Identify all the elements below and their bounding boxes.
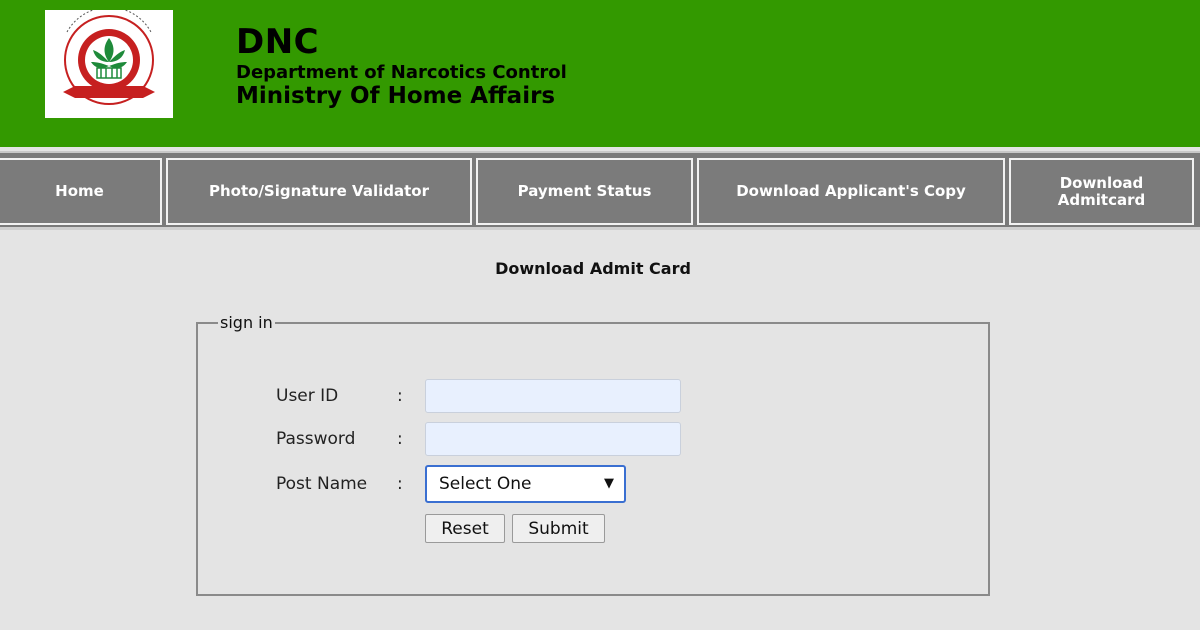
department-name: Department of Narcotics Control xyxy=(236,62,567,83)
sign-in-legend: sign in xyxy=(218,313,275,332)
reset-button[interactable]: Reset xyxy=(425,514,505,543)
password-input[interactable] xyxy=(425,422,681,456)
password-colon: : xyxy=(397,429,403,449)
triangle-down-icon: ▼ xyxy=(604,476,614,491)
site-header: DNC Department of Narcotics Control Mini… xyxy=(0,0,1200,147)
main-navbar: Home Photo/Signature Validator Payment S… xyxy=(0,151,1200,230)
user-id-colon: : xyxy=(397,386,403,406)
post-name-select[interactable]: Select One ▼ xyxy=(425,465,626,503)
post-name-colon: : xyxy=(397,474,403,494)
dnc-emblem-icon xyxy=(63,10,155,105)
nav-item-download-admitcard-label: Download Admitcard xyxy=(1057,173,1146,209)
nav-item-download-admitcard[interactable]: Download Admitcard xyxy=(1009,158,1194,225)
nav-item-home[interactable]: Home xyxy=(0,158,162,225)
sign-in-fieldset xyxy=(196,322,990,596)
nav-item-download-applicants-copy[interactable]: Download Applicant's Copy xyxy=(697,158,1005,225)
nav-item-payment-status[interactable]: Payment Status xyxy=(476,158,693,225)
brand-title: DNC xyxy=(236,22,320,62)
submit-button[interactable]: Submit xyxy=(512,514,605,543)
password-label: Password xyxy=(276,429,356,449)
user-id-input[interactable] xyxy=(425,379,681,413)
nav-item-photo-signature-validator[interactable]: Photo/Signature Validator xyxy=(166,158,472,225)
ministry-name: Ministry Of Home Affairs xyxy=(236,83,556,109)
page-title: Download Admit Card xyxy=(495,259,691,278)
user-id-label: User ID xyxy=(276,386,339,406)
post-name-label: Post Name xyxy=(276,474,368,494)
dnc-logo[interactable] xyxy=(45,10,173,118)
post-name-select-value: Select One xyxy=(439,474,532,494)
